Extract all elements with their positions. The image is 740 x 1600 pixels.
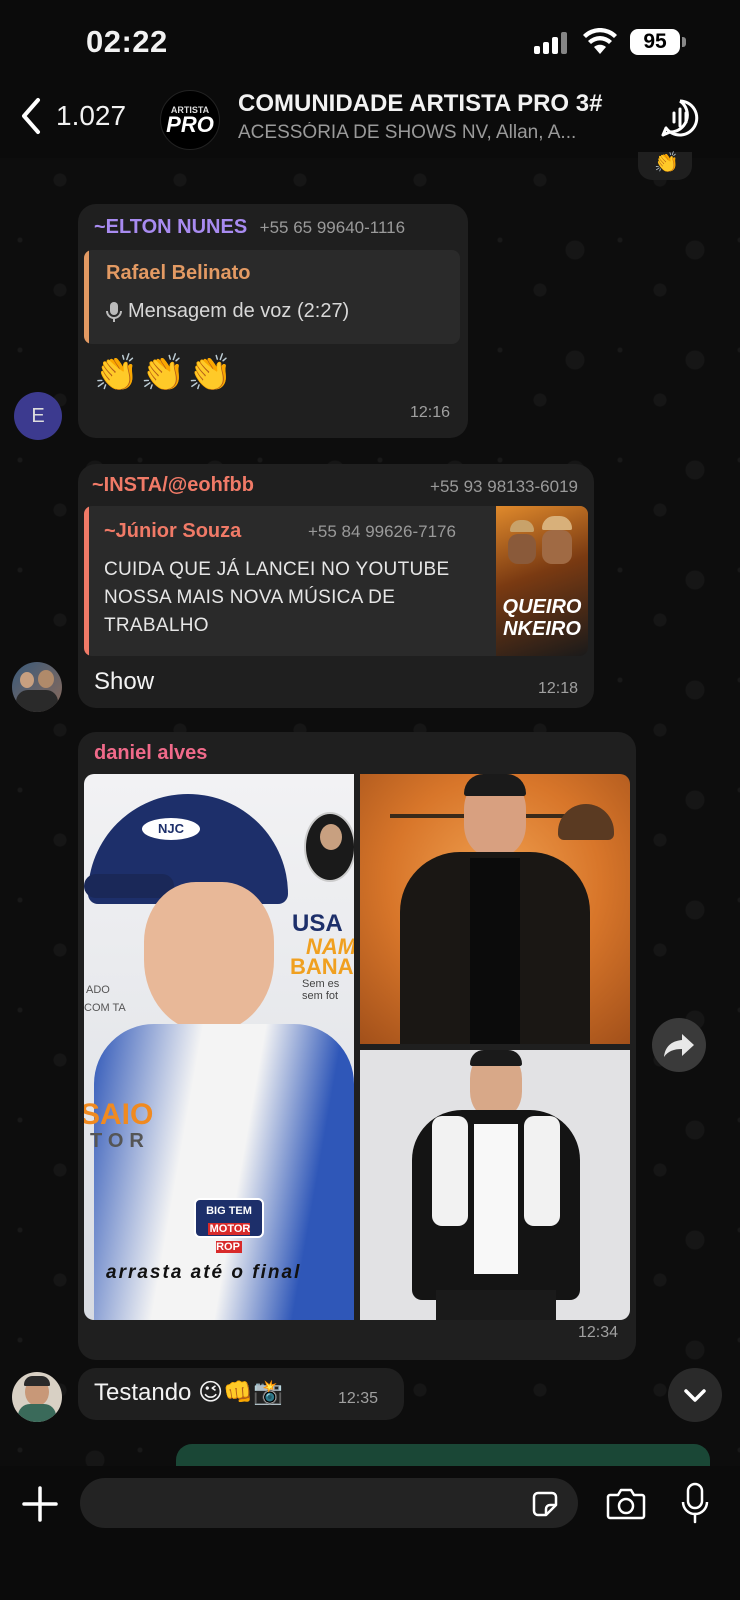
group-avatar[interactable]: ARTISTA PRO: [160, 90, 220, 150]
overlay-caption: arrasta até o final: [106, 1262, 302, 1283]
photo-1[interactable]: NJC BIG TEM MOTOR ROP USA NAM BANA Sem e…: [84, 774, 354, 1320]
cap-logo: NJC: [142, 818, 200, 840]
signal-icon: [534, 32, 572, 54]
sender-phone: +55 65 99640-1116: [259, 218, 406, 237]
overlay-text-6: SAIO: [84, 1098, 154, 1131]
message-bubble[interactable]: daniel alves NJC BIG TEM MOTOR ROP USA N…: [78, 732, 636, 1360]
sticker-icon[interactable]: [530, 1489, 560, 1519]
status-bar: 02:22 95: [0, 0, 740, 84]
share-arrow-icon: [664, 1034, 694, 1057]
chat-header: 1.027 ARTISTA PRO COMUNIDADE ARTISTA PRO…: [0, 84, 740, 158]
message-bubble[interactable]: ~INSTA/@eohfbb +55 93 98133-6019 ~Júnior…: [78, 464, 594, 708]
forward-button[interactable]: [652, 1018, 706, 1072]
plus-icon[interactable]: [22, 1486, 58, 1522]
microphone-icon[interactable]: [680, 1482, 710, 1524]
sender-name[interactable]: ~INSTA/@eohfbb: [92, 474, 254, 497]
scroll-to-bottom-button[interactable]: [668, 1368, 722, 1422]
group-members: ACESSÓRIA DE SHOWS NV, Allan, A...: [238, 122, 577, 143]
unread-count: 1.027: [56, 100, 127, 131]
quoted-text: CUIDA QUE JÁ LANCEI NO YOUTUBE NOSSA MAI…: [104, 559, 450, 636]
overlay-text-4: Sem es: [302, 978, 340, 990]
overlay-text-9: COM TA: [84, 1002, 126, 1014]
message-time: 12:18: [537, 680, 578, 697]
quoted-message[interactable]: Rafael Belinato Mensagem de voz (2:27): [84, 250, 460, 344]
back-button[interactable]: 1.027: [18, 96, 126, 136]
quoted-message[interactable]: ~Júnior Souza +55 84 99626-7176 CUIDA QU…: [84, 506, 588, 656]
voice-chat-icon[interactable]: [660, 98, 700, 138]
message-time: 12:35: [338, 1390, 379, 1407]
overlay-text-7: TOR: [90, 1130, 150, 1152]
sender-avatar[interactable]: [12, 1372, 62, 1422]
group-title: COMUNIDADE ARTISTA PRO 3#: [238, 90, 603, 117]
message-text: 👏👏👏: [94, 352, 235, 393]
composer-bar: [0, 1466, 740, 1600]
battery-indicator: 95: [630, 29, 686, 55]
camera-icon[interactable]: [606, 1486, 646, 1520]
photo-3[interactable]: [360, 1050, 630, 1320]
message-time: 12:16: [409, 404, 450, 421]
clap-emoji: 👏: [654, 152, 679, 174]
patch-text-1: BIG TEM: [206, 1205, 252, 1217]
sender-avatar[interactable]: E: [14, 392, 62, 440]
photo-2[interactable]: [360, 774, 630, 1044]
overlay-text-3: BANA: [290, 954, 354, 979]
message-bubble[interactable]: ~ELTON NUNES +55 65 99640-1116 Rafael Be…: [78, 204, 468, 438]
thumbnail-caption: QUEIRO NKEIRO: [502, 596, 582, 640]
message-bubble[interactable]: Testando 😉👊📸 12:35: [78, 1368, 404, 1420]
status-time: 02:22: [86, 24, 168, 59]
quoted-text: Mensagem de voz (2:27): [128, 300, 350, 322]
quoted-author: ~Júnior Souza: [104, 520, 242, 542]
quoted-phone: +55 84 99626-7176: [308, 522, 456, 541]
avatar-main-text: PRO: [166, 112, 214, 137]
microphone-icon: [106, 301, 122, 322]
sender-avatar[interactable]: [12, 662, 62, 712]
message-input[interactable]: [80, 1478, 578, 1528]
message-text: Testando 😉👊📸: [94, 1379, 283, 1406]
group-info[interactable]: COMUNIDADE ARTISTA PRO 3# ACESSÓRIA DE S…: [238, 90, 618, 144]
message-text: Show: [94, 668, 155, 695]
quoted-thumbnail[interactable]: QUEIRO NKEIRO: [496, 506, 588, 656]
overlay-text-8: ADO: [86, 984, 110, 996]
sender-name[interactable]: ~ELTON NUNES: [94, 216, 247, 238]
previous-message-tail: 👏: [638, 152, 692, 180]
sender-phone: +55 93 98133-6019: [430, 477, 578, 496]
chevron-left-icon: [22, 98, 40, 134]
wifi-icon: [583, 28, 617, 54]
message-time: 12:34: [577, 1324, 618, 1341]
quoted-author: Rafael Belinato: [106, 262, 251, 284]
chevron-down-icon: [684, 1389, 706, 1402]
sender-name[interactable]: daniel alves: [94, 742, 207, 765]
overlay-text-5: sem fot: [302, 990, 339, 1002]
